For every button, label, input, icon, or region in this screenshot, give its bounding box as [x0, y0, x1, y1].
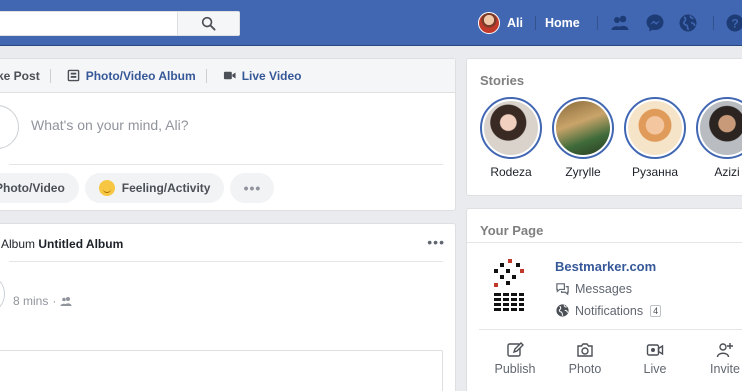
smiley-icon	[98, 180, 115, 196]
composer-body: What's on your mind, Ali?	[0, 93, 443, 165]
nav-divider	[535, 16, 536, 30]
page-messages-link[interactable]: Messages	[555, 281, 632, 296]
top-navigation-bar: Ali Home ?	[0, 0, 742, 46]
photo-video-label: Photo/Video	[0, 181, 65, 195]
friend-requests-button[interactable]	[609, 13, 631, 33]
live-label: Live	[643, 362, 667, 376]
album-icon	[67, 69, 79, 82]
story-ring	[480, 97, 542, 159]
notifications-label: Notifications	[575, 303, 644, 318]
meta-separator: ·	[52, 294, 57, 308]
tab-label: ke Post	[0, 68, 40, 83]
photo-video-button[interactable]: Photo/Video	[0, 173, 79, 203]
page-logo[interactable]	[491, 257, 527, 315]
live-button[interactable]: Live	[625, 341, 685, 376]
notifications-button[interactable]	[677, 13, 699, 33]
chat-bubbles-icon	[556, 283, 569, 296]
search-button[interactable]	[177, 12, 239, 35]
edit-icon	[507, 342, 524, 357]
post-timestamp[interactable]: 8 mins	[13, 294, 48, 308]
invite-label: Invite	[710, 362, 740, 376]
story-thumbnail	[484, 101, 538, 155]
avatar	[478, 12, 500, 34]
feed-post: Album Untitled Album ••• 8 mins ·	[0, 223, 456, 391]
post-composer: ke Post Photo/Video Album Live Video Wha…	[0, 58, 456, 211]
messenger-icon	[646, 14, 664, 32]
composer-tabs: ke Post Photo/Video Album Live Video	[0, 59, 455, 93]
tab-make-post[interactable]: ke Post	[0, 59, 59, 92]
help-icon: ?	[726, 14, 742, 32]
story-author: Rodeza	[490, 165, 532, 179]
publish-button[interactable]: Publish	[485, 341, 545, 376]
svg-text:?: ?	[731, 17, 738, 31]
globe-icon	[679, 14, 697, 32]
more-options-button[interactable]: •••	[230, 173, 275, 203]
publish-label: Publish	[494, 362, 536, 376]
video-camera-icon	[223, 71, 236, 80]
tab-label: Live Video	[241, 68, 302, 83]
add-person-icon	[716, 343, 733, 358]
story-ring	[696, 97, 742, 159]
live-video-icon	[646, 344, 664, 356]
page-name-link[interactable]: Bestmarker.com	[555, 259, 656, 274]
messenger-button[interactable]	[644, 13, 666, 33]
section-divider	[479, 329, 742, 330]
profile-name: Ali	[507, 16, 523, 30]
story-ring	[624, 97, 686, 159]
photo-label: Photo	[568, 362, 602, 376]
post-meta: 8 mins ·	[13, 294, 72, 308]
story-author: Zyrylle	[565, 165, 601, 179]
composer-actions: Photo/Video Feeling/Activity •••	[0, 165, 455, 203]
page-notifications-link[interactable]: Notifications 4	[555, 303, 662, 318]
notifications-count-badge: 4	[650, 304, 662, 317]
post-header: Album Untitled Album •••	[1, 224, 445, 262]
story-author: Azizi	[714, 165, 740, 179]
album-link[interactable]: Untitled Album	[38, 237, 123, 251]
story-thumbnail	[628, 101, 682, 155]
your-page-title: Your Page	[480, 223, 544, 238]
story-item[interactable]: Рузанна	[624, 97, 686, 179]
feeling-activity-button[interactable]: Feeling/Activity	[84, 173, 225, 203]
globe-icon	[556, 304, 569, 317]
camera-icon	[577, 343, 593, 357]
tab-photo-video-album[interactable]: Photo/Video Album	[59, 59, 215, 92]
avatar[interactable]	[0, 274, 5, 314]
more-icon: •••	[243, 180, 262, 196]
story-item[interactable]: Azizi	[696, 97, 742, 179]
stories-title: Stories	[480, 73, 525, 88]
search-input[interactable]	[0, 11, 240, 36]
nav-divider	[597, 16, 598, 30]
friends-icon	[611, 15, 629, 30]
story-thumbnail	[700, 101, 742, 155]
section-divider	[467, 242, 742, 243]
avatar	[0, 105, 19, 149]
nav-divider	[713, 16, 714, 30]
story-author: Рузанна	[631, 165, 679, 179]
post-title: Album Untitled Album	[1, 237, 123, 251]
post-attachment[interactable]	[0, 350, 443, 391]
story-item[interactable]: Zyrylle	[552, 97, 614, 179]
tab-separator	[205, 68, 207, 83]
tab-label: Photo/Video Album	[85, 68, 196, 83]
story-item[interactable]: Rodeza	[480, 97, 542, 179]
story-ring	[552, 97, 614, 159]
profile-link[interactable]: Ali	[478, 11, 523, 35]
help-button[interactable]: ?	[724, 13, 742, 33]
audience-friends-icon[interactable]	[60, 295, 72, 307]
messages-label: Messages	[575, 281, 632, 296]
search-icon	[201, 16, 216, 31]
post-options-button[interactable]: •••	[427, 234, 445, 250]
home-link[interactable]: Home	[545, 16, 580, 30]
stories-panel: Stories Rodeza Zyrylle Рузанна Azizi	[466, 58, 742, 196]
story-thumbnail	[556, 101, 610, 155]
tab-live-video[interactable]: Live Video	[215, 59, 310, 92]
tab-separator	[49, 68, 51, 83]
your-page-panel: Your Page Bestmarker.com Messages Notifi…	[466, 208, 742, 391]
status-input[interactable]: What's on your mind, Ali?	[31, 117, 189, 133]
invite-button[interactable]: Invite	[695, 341, 742, 376]
photo-button[interactable]: Photo	[555, 341, 615, 376]
feeling-activity-label: Feeling/Activity	[121, 181, 211, 195]
post-title-prefix: Album	[1, 237, 39, 251]
